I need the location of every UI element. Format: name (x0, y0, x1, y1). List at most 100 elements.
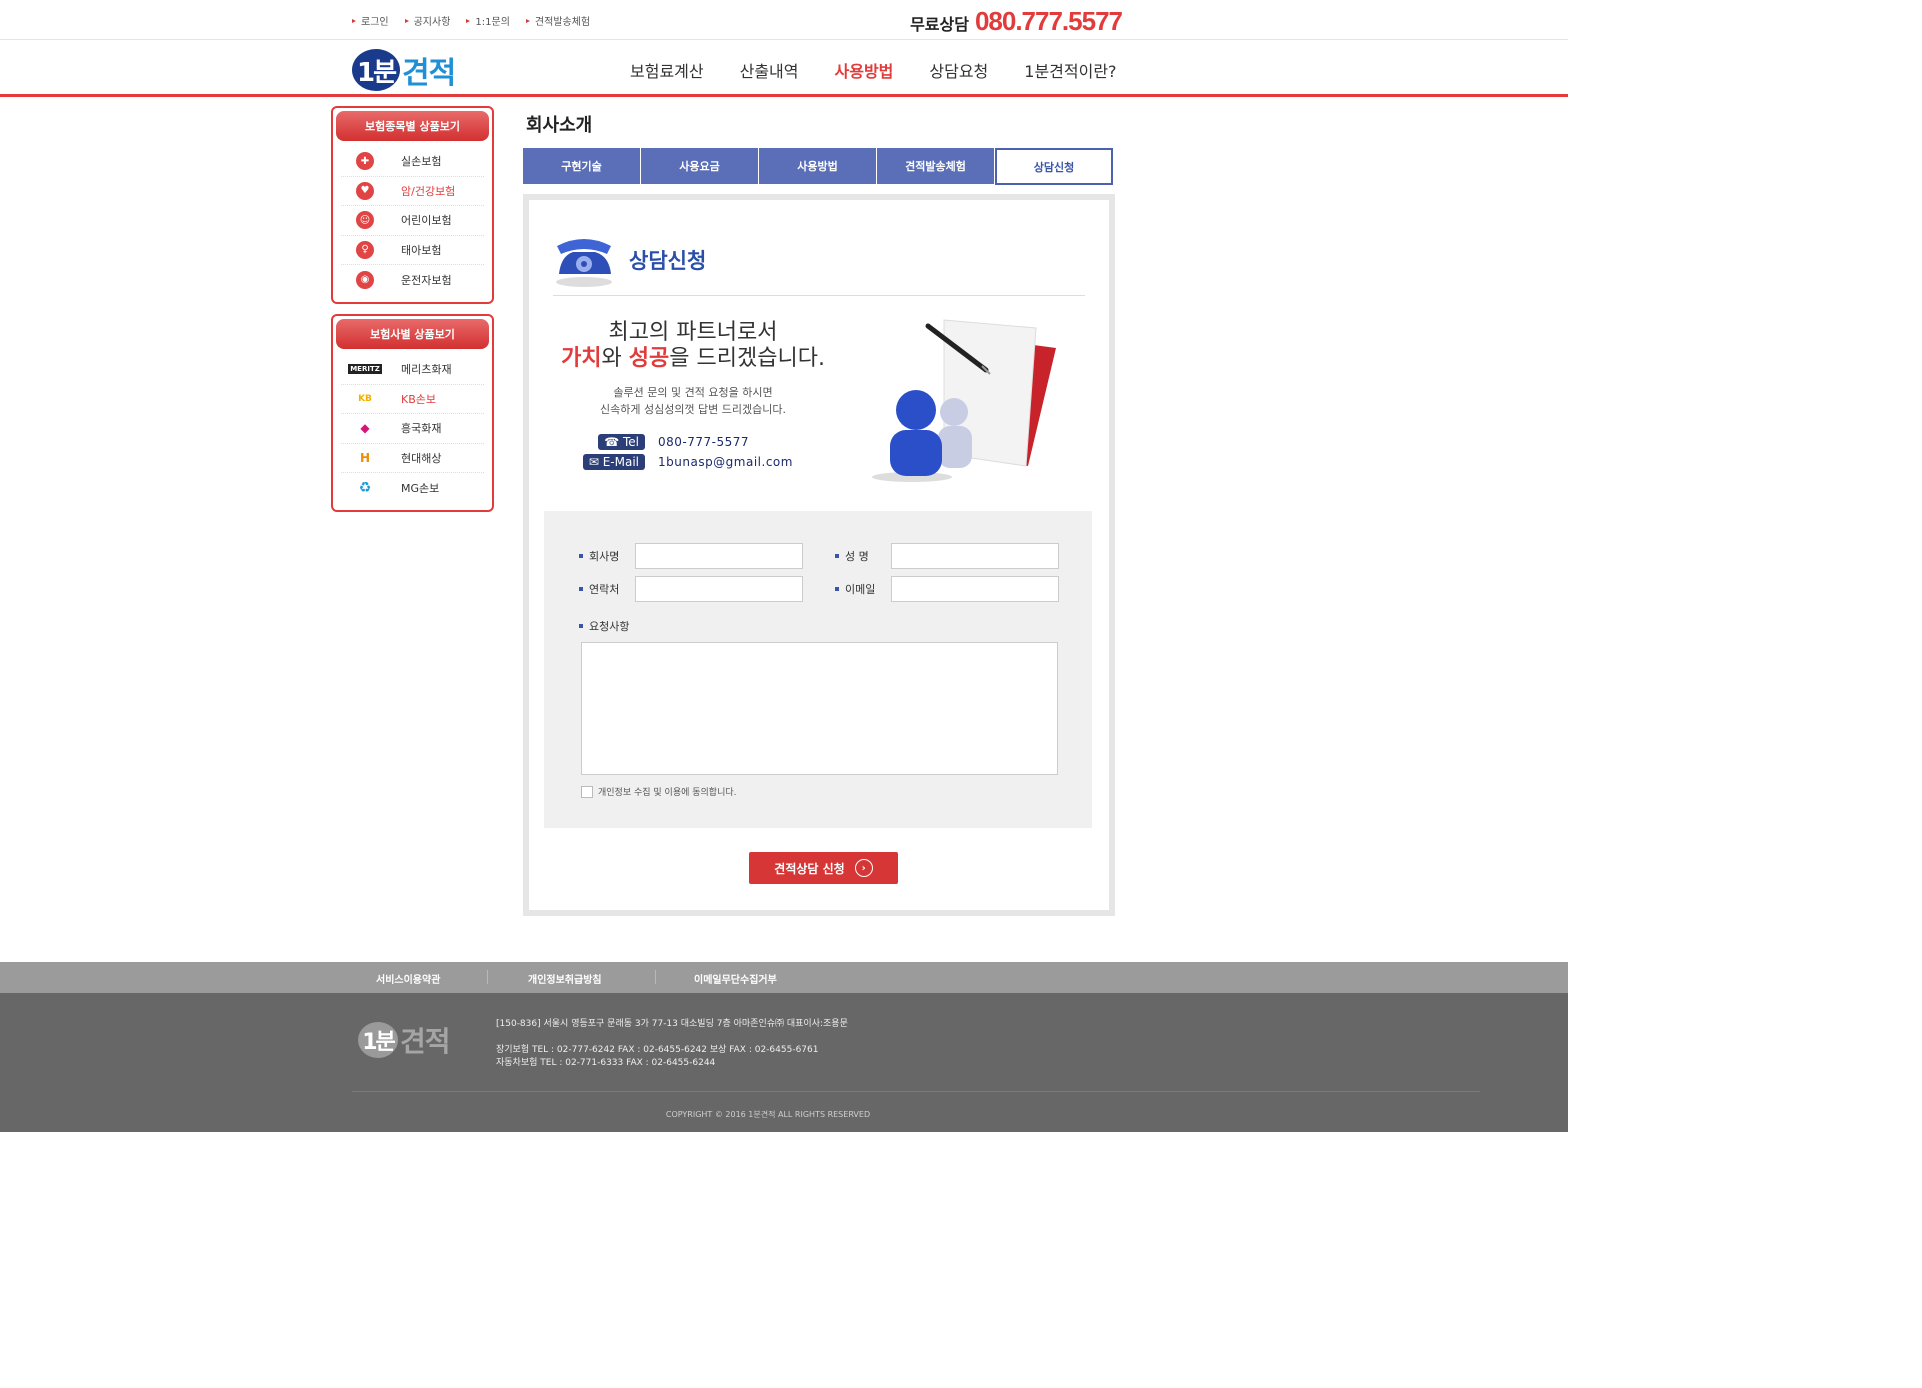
inquiry-link[interactable]: 1:1문의 (466, 13, 510, 28)
page: 로그인 공지사항 1:1문의 견적발송체험 무료상담 080.777.5577 … (0, 0, 1568, 1132)
page-title: 회사소개 (526, 115, 593, 136)
footer-nav: 서비스이용약관 개인정보취급방침 이메일무단수집거부 (0, 962, 1568, 993)
section-header: 상담신청 (553, 224, 1085, 296)
site-logo[interactable]: 1분 견적 (352, 48, 456, 92)
nav-how-to-use[interactable]: 사용방법 (835, 58, 894, 82)
tab-how-to-use[interactable]: 사용방법 (759, 148, 877, 184)
sidebar-item-label: 현대해상 (401, 451, 442, 465)
bullet-icon (466, 18, 471, 23)
name-label: 성 명 (835, 548, 891, 564)
product-by-type-box: 보험종목별 상품보기 ✚ 실손보험 ♥ 암/건강보험 ☺ 어린이보험 ♀ 태아보험 ◉ 운… (331, 106, 494, 304)
sidebar-item-cancer[interactable]: ♥ 암/건강보험 (341, 177, 484, 206)
quote-trial-label: 견적발송체험 (534, 17, 591, 28)
sidebar-item-mg[interactable]: ♻ MG손보 (341, 473, 484, 503)
email-value: 1bunasp@gmail.com (658, 455, 793, 469)
email-refusal-link[interactable]: 이메일무단수집거부 (694, 971, 777, 986)
sidebar-item-child[interactable]: ☺ 어린이보험 (341, 206, 484, 236)
tab-technology[interactable]: 구현기술 (523, 148, 641, 184)
hotline: 무료상담 080.777.5577 (910, 6, 1123, 37)
sidebar-item-meritz[interactable]: MERITZ 메리츠화재 (341, 355, 484, 385)
email-row: 이메일 (835, 576, 1059, 602)
logo-word: 견적 (402, 56, 456, 91)
email-label: 이메일 (835, 581, 891, 597)
insurer-list: MERITZ 메리츠화재 KB KB손보 ◆ 흥국화재 H 현대해상 ♻ MG손보 (333, 355, 492, 503)
product-type-list: ✚ 실손보험 ♥ 암/건강보험 ☺ 어린이보험 ♀ 태아보험 ◉ 운전자보험 (333, 147, 492, 295)
promo-headline-2: 가치와 성공을 드리겠습니다. (553, 346, 833, 372)
child-icon: ☺ (356, 211, 374, 230)
promo-block: 최고의 파트너로서 가치와 성공을 드리겠습니다. 솔루션 문의 및 견적 요청… (553, 314, 1093, 484)
footer-body: 1분 견적 [150-836] 서울시 영등포구 문래동 3가 77-13 대소… (0, 993, 1568, 1132)
nav-calc-history[interactable]: 산출내역 (740, 58, 799, 82)
privacy-agree[interactable]: 개인정보 수집 및 이용에 동의합니다. (581, 785, 737, 798)
nav-about[interactable]: 1분견적이란? (1024, 58, 1116, 82)
sidebar-item-fetus[interactable]: ♀ 태아보험 (341, 236, 484, 265)
name-row: 성 명 (835, 543, 1059, 569)
sidebar-item-label: MG손보 (401, 481, 440, 495)
people-document-illustration (872, 319, 1056, 482)
sidebar-item-heungkuk[interactable]: ◆ 흥국화재 (341, 414, 484, 444)
fetus-icon-wrap: ♀ (349, 240, 381, 259)
heart-icon: ♥ (356, 181, 374, 200)
company-address: [150-836] 서울시 영등포구 문래동 3가 77-13 대소빌딩 7층 … (496, 1019, 848, 1029)
submit-label: 견적상담 신청 (774, 861, 845, 876)
footer-divider-line (352, 1091, 1480, 1092)
promo-rest: 을 드리겠습니다. (669, 346, 825, 371)
submit-button[interactable]: 견적상담 신청 › (749, 852, 898, 884)
nav-premium-calc[interactable]: 보험료계산 (630, 58, 704, 82)
tab-consult-request[interactable]: 상담신청 (995, 148, 1113, 185)
company-row: 회사명 (579, 543, 803, 569)
sidebar-item-medical[interactable]: ✚ 실손보험 (341, 147, 484, 177)
copyright: COPYRIGHT © 2016 1분견적 ALL RIGHTS RESERVE… (665, 1110, 871, 1119)
company-label: 회사명 (579, 548, 635, 564)
logo-mark: 1분 (352, 49, 400, 91)
tab-pricing[interactable]: 사용요금 (641, 148, 759, 184)
privacy-checkbox[interactable] (581, 785, 593, 798)
footer-logo-mark: 1분 (358, 1022, 398, 1058)
terms-link[interactable]: 서비스이용약관 (376, 971, 440, 986)
heungkuk-icon-wrap: ◆ (349, 421, 381, 435)
promo-sub-2: 신속하게 성심성의껏 답변 드리겠습니다. (599, 403, 787, 416)
meritz-logo-icon: MERITZ (348, 364, 382, 375)
hyundai-icon-wrap: H (349, 451, 381, 465)
promo-headline-1: 최고의 파트너로서 (608, 320, 778, 345)
tel-value: 080-777-5577 (658, 435, 750, 449)
promo-sub-1: 솔루션 문의 및 견적 요청을 하시면 (613, 386, 773, 399)
sidebar-item-kb[interactable]: KB KB손보 (341, 385, 484, 414)
inquiry-label: 1:1문의 (475, 17, 510, 28)
header: 1분 견적 보험료계산 산출내역 사용방법 상담요청 1분견적이란? (0, 41, 1568, 97)
sidebar-item-label: KB손보 (401, 392, 436, 406)
sidebar-item-label: 흥국화재 (401, 422, 442, 436)
kb-icon-wrap: KB (349, 394, 381, 404)
company-info: [150-836] 서울시 영등포구 문래동 3가 77-13 대소빌딩 7층 … (496, 1018, 848, 1070)
promo-connector: 와 (601, 346, 629, 371)
mg-logo-icon: ♻ (358, 479, 372, 496)
nav-consult-request[interactable]: 상담요청 (929, 58, 988, 82)
notice-link[interactable]: 공지사항 (404, 13, 451, 28)
tab-quote-trial[interactable]: 견적발송체험 (877, 148, 995, 184)
sidebar-item-label: 태아보험 (401, 243, 442, 257)
phone-row: 연락처 (579, 576, 803, 602)
sidebar-item-driver[interactable]: ◉ 운전자보험 (341, 265, 484, 295)
name-input[interactable] (891, 543, 1059, 569)
privacy-policy-link[interactable]: 개인정보취급방침 (528, 971, 602, 986)
email-input[interactable] (891, 576, 1059, 602)
consult-form: 회사명 성 명 연락처 이메일 요청사항 개인정보 수집 및 이용에 동의합니다… (544, 511, 1092, 828)
request-row: 요청사항 (579, 618, 659, 634)
bullet-icon (525, 18, 530, 23)
meritz-icon-wrap: MERITZ (348, 364, 382, 375)
phone-input[interactable] (635, 576, 803, 602)
utility-bar: 로그인 공지사항 1:1문의 견적발송체험 무료상담 080.777.5577 (0, 0, 1568, 40)
notice-label: 공지사항 (413, 17, 451, 28)
cancer-icon-wrap: ♥ (349, 181, 381, 200)
request-textarea[interactable] (581, 642, 1058, 775)
driver-icon-wrap: ◉ (349, 270, 381, 289)
long-term-contact: 장기보험 TEL : 02-777-6242 FAX : 02-6455-624… (496, 1045, 819, 1055)
phone-label: 연락처 (579, 581, 635, 597)
company-input[interactable] (635, 543, 803, 569)
login-link[interactable]: 로그인 (352, 13, 389, 28)
car-icon: ◉ (356, 270, 374, 289)
success-word: 성공 (628, 346, 670, 371)
quote-trial-link[interactable]: 견적발송체험 (525, 13, 591, 28)
sidebar-item-hyundai[interactable]: H 현대해상 (341, 444, 484, 473)
